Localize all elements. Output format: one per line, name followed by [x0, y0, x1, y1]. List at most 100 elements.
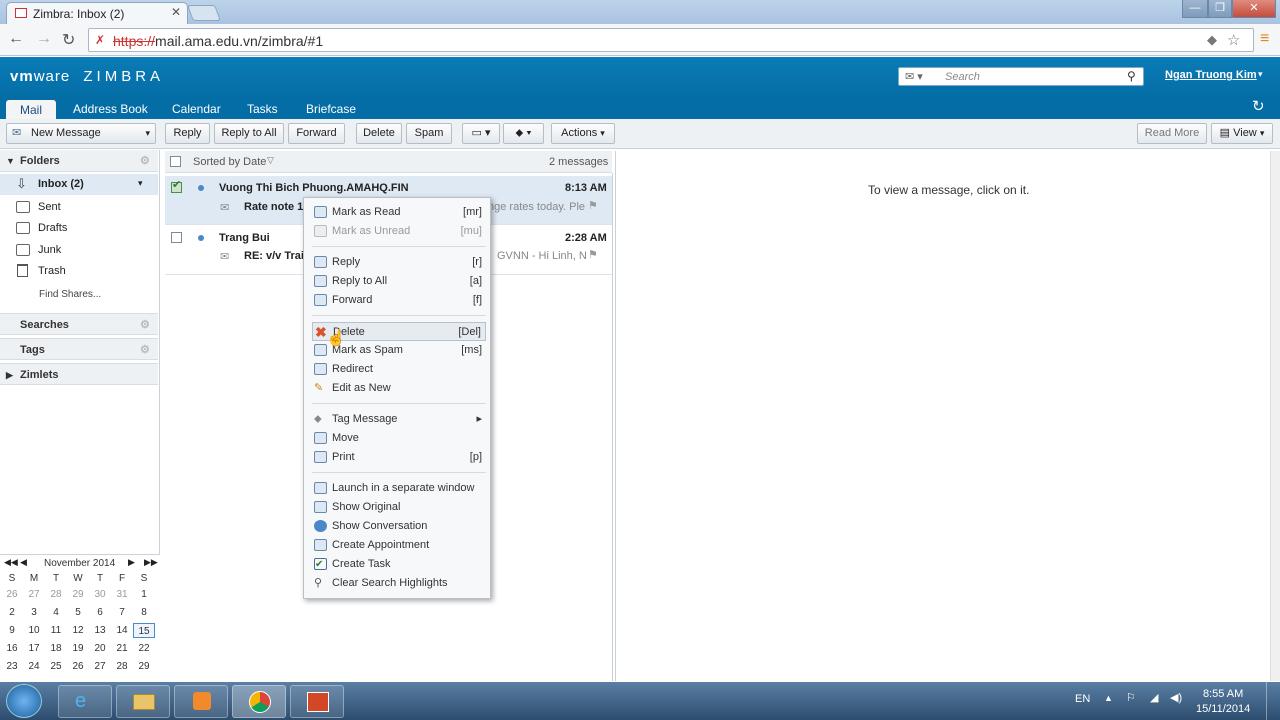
browser-tab[interactable]: Zimbra: Inbox (2) ✕: [6, 2, 188, 24]
calendar-day[interactable]: 30: [89, 587, 111, 602]
calendar-day[interactable]: 27: [89, 659, 111, 674]
sort-label[interactable]: Sorted by Date: [193, 156, 266, 168]
calendar-day[interactable]: 26: [1, 587, 23, 602]
sidebar-item-trash[interactable]: Trash: [0, 262, 158, 282]
menu-item-move[interactable]: Move: [312, 429, 486, 448]
tab-mail[interactable]: Mail: [6, 100, 56, 120]
reload-icon[interactable]: ↻: [62, 30, 75, 50]
calendar-day[interactable]: 17: [23, 641, 45, 656]
prev-year-icon[interactable]: ◀◀: [4, 557, 18, 568]
calendar-day[interactable]: 12: [67, 623, 89, 638]
powerpoint-taskbar-icon[interactable]: [290, 685, 344, 718]
calendar-day[interactable]: 20: [89, 641, 111, 656]
next-year-icon[interactable]: ▶▶: [144, 557, 158, 568]
extension-icon[interactable]: ◆: [1207, 32, 1217, 48]
find-shares-link[interactable]: Find Shares...: [39, 289, 101, 300]
calendar-day[interactable]: 28: [111, 659, 133, 674]
ie-taskbar-icon[interactable]: e: [58, 685, 112, 718]
sidebar-item-drafts[interactable]: Drafts: [0, 219, 158, 239]
menu-item-mark-as-read[interactable]: Mark as Read [mr]: [312, 203, 486, 222]
tab-close-icon[interactable]: ✕: [171, 5, 181, 19]
tags-header[interactable]: Tags ⚙: [0, 338, 158, 360]
start-button[interactable]: [6, 684, 42, 718]
calendar-day[interactable]: 13: [89, 623, 111, 638]
user-menu-chevron-icon[interactable]: ▾: [1258, 69, 1263, 80]
sidebar-item-junk[interactable]: Junk: [0, 241, 158, 261]
calendar-day[interactable]: 11: [45, 623, 67, 638]
actions-button[interactable]: Actions ▾: [551, 123, 615, 144]
close-window-button[interactable]: ✕: [1232, 0, 1276, 18]
calendar-day[interactable]: 29: [133, 659, 155, 674]
calendar-day[interactable]: 7: [111, 605, 133, 620]
zimlets-header[interactable]: ▶ Zimlets: [0, 363, 158, 385]
refresh-icon[interactable]: ↻: [1252, 97, 1265, 115]
calendar-day[interactable]: 27: [23, 587, 45, 602]
menu-item-show-original[interactable]: Show Original: [312, 498, 486, 517]
tab-calendar[interactable]: Calendar: [172, 102, 221, 116]
mail-search-type-icon[interactable]: ✉ ▾: [905, 70, 923, 83]
forward-button[interactable]: Forward: [288, 123, 345, 144]
sidebar-item-inbox[interactable]: ⇩ Inbox (2) ▾: [0, 174, 158, 195]
calendar-day[interactable]: 2: [1, 605, 23, 620]
minimize-button[interactable]: —: [1182, 0, 1208, 18]
calendar-day[interactable]: 19: [67, 641, 89, 656]
chrome-taskbar-icon[interactable]: [232, 685, 286, 718]
calendar-day[interactable]: 16: [1, 641, 23, 656]
calendar-day[interactable]: 8: [133, 605, 155, 620]
forward-arrow-icon[interactable]: →: [36, 30, 52, 48]
new-message-button[interactable]: ✉ New Message ▾: [6, 123, 156, 144]
user-name-menu[interactable]: Ngan Truong Kim: [1165, 69, 1257, 81]
delete-button[interactable]: Delete: [356, 123, 402, 144]
tags-gear-icon[interactable]: ⚙: [140, 339, 150, 361]
new-tab-button[interactable]: [187, 5, 221, 21]
calendar-day[interactable]: 31: [111, 587, 133, 602]
search-icon[interactable]: ⚲: [1127, 69, 1136, 83]
chrome-menu-icon[interactable]: ≡: [1260, 30, 1269, 48]
calendar-day[interactable]: 4: [45, 605, 67, 620]
system-clock[interactable]: 8:55 AM 15/11/2014: [1196, 688, 1250, 715]
menu-item-forward[interactable]: Forward [f]: [312, 291, 486, 310]
calendar-day[interactable]: 1: [133, 587, 155, 602]
view-button[interactable]: ▤ View ▾: [1211, 123, 1273, 144]
tab-address-book[interactable]: Address Book: [73, 102, 148, 116]
calendar-day[interactable]: 6: [89, 605, 111, 620]
folders-collapse-icon[interactable]: ▼: [6, 150, 15, 172]
scrollbar[interactable]: [1270, 151, 1280, 681]
url-field[interactable]: ✗ https://mail.ama.edu.vn/zimbra/#1 ◆ ☆: [88, 28, 1254, 52]
menu-item-edit-as-new[interactable]: ✎ Edit as New: [312, 379, 486, 398]
show-desktop-button[interactable]: [1266, 682, 1280, 720]
explorer-taskbar-icon[interactable]: [116, 685, 170, 718]
spam-button[interactable]: Spam: [406, 123, 452, 144]
calendar-day[interactable]: 14: [111, 623, 133, 638]
calendar-day[interactable]: 3: [23, 605, 45, 620]
tab-tasks[interactable]: Tasks: [247, 102, 278, 116]
calendar-day[interactable]: 25: [45, 659, 67, 674]
menu-item-print[interactable]: Print [p]: [312, 448, 486, 467]
read-more-button[interactable]: Read More: [1137, 123, 1207, 144]
new-message-dropdown-icon[interactable]: ▾: [145, 124, 150, 143]
back-arrow-icon[interactable]: ←: [8, 30, 24, 48]
calendar-day[interactable]: 23: [1, 659, 23, 674]
unread-dot-icon[interactable]: [198, 185, 204, 191]
reply-all-button[interactable]: Reply to All: [214, 123, 284, 144]
calendar-day[interactable]: 29: [67, 587, 89, 602]
calendar-day[interactable]: 10: [23, 623, 45, 638]
unread-dot-icon[interactable]: [198, 235, 204, 241]
tab-briefcase[interactable]: Briefcase: [306, 102, 356, 116]
menu-item-redirect[interactable]: Redirect: [312, 360, 486, 379]
move-button[interactable]: ▭ ▾: [462, 123, 500, 144]
reply-button[interactable]: Reply: [165, 123, 210, 144]
prev-month-icon[interactable]: ◀: [20, 557, 27, 568]
bookmark-star-icon[interactable]: ☆: [1227, 31, 1240, 49]
menu-item-tag-message[interactable]: ⬥ Tag Message ▸: [312, 410, 486, 429]
menu-item-reply-to-all[interactable]: Reply to All [a]: [312, 272, 486, 291]
search-field[interactable]: ✉ ▾ Search ⚲: [898, 67, 1144, 86]
zimlets-expand-icon[interactable]: ▶: [6, 364, 13, 386]
menu-item-create-appointment[interactable]: Create Appointment: [312, 536, 486, 555]
media-player-taskbar-icon[interactable]: [174, 685, 228, 718]
folders-header[interactable]: ▼ Folders ⚙: [0, 150, 158, 172]
row-checkbox[interactable]: [171, 232, 182, 243]
menu-item-clear-search-highlights[interactable]: ⚲ Clear Search Highlights: [312, 574, 486, 593]
menu-item-show-conversation[interactable]: Show Conversation: [312, 517, 486, 536]
maximize-button[interactable]: ❐: [1208, 0, 1232, 18]
